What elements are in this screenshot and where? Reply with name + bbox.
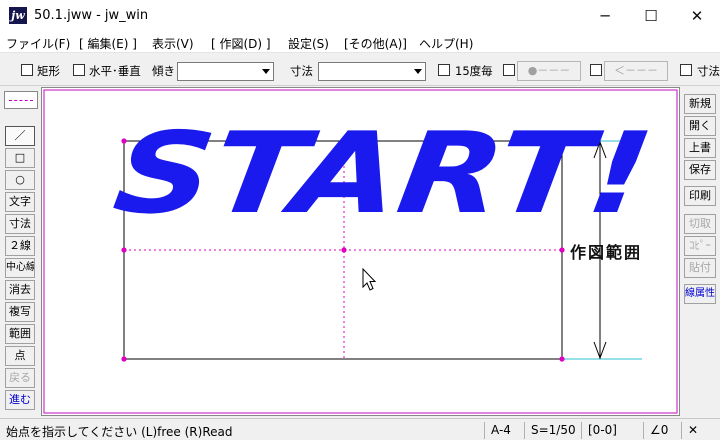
center-point xyxy=(341,247,347,253)
midpoint-left xyxy=(121,247,127,253)
menu-view[interactable]: 表示(V) xyxy=(152,35,194,52)
menu-settings[interactable]: 設定(S) xyxy=(288,35,329,52)
arrow-line-button[interactable]: ＜－－－ xyxy=(604,61,668,81)
double-line-tool-button[interactable]: ２線 xyxy=(5,236,35,256)
chevron-down-icon xyxy=(262,69,270,74)
line-attribute-box[interactable] xyxy=(4,91,38,109)
horizontal-vertical-checkbox[interactable] xyxy=(73,64,85,76)
dimension-combo[interactable] xyxy=(318,62,426,81)
center-line-tool-button[interactable]: 中心線 xyxy=(5,258,35,278)
menu-draw[interactable]: [ 作図(D) ] xyxy=(211,35,271,52)
cut-button[interactable]: 切取 xyxy=(684,214,716,234)
circle-tool-button[interactable]: ○ xyxy=(5,170,35,190)
rect-label: 矩形 xyxy=(37,64,60,78)
window-title: 50.1.jww - jw_win xyxy=(34,8,149,23)
undo-button[interactable]: 戻る xyxy=(5,368,35,388)
layer-indicator[interactable]: [0-0] xyxy=(581,422,643,439)
status-message: 始点を指示してください (L)free (R)Read xyxy=(6,425,233,439)
scale-indicator[interactable]: S=1/50 xyxy=(524,422,581,439)
chevron-down-icon xyxy=(414,69,422,74)
arrow-line-checkbox[interactable] xyxy=(590,64,602,76)
mouse-cursor-icon xyxy=(362,267,377,291)
menu-file[interactable]: ファイル(F) xyxy=(6,35,70,52)
angle-indicator[interactable]: ∠0 xyxy=(643,422,681,439)
new-file-button[interactable]: 新規 xyxy=(684,94,716,114)
start-banner: START! xyxy=(107,109,660,239)
range-tool-button[interactable]: 範囲 xyxy=(5,324,35,344)
dimension-tool-button[interactable]: 寸法 xyxy=(5,214,35,234)
copy-button[interactable]: ｺﾋﾟｰ xyxy=(684,236,716,256)
redo-button[interactable]: 進む xyxy=(5,390,35,410)
app-icon: jw xyxy=(9,7,27,24)
tilt-combo[interactable] xyxy=(177,62,274,81)
minimize-button[interactable]: ─ xyxy=(582,0,628,31)
dimension-cut-checkbox[interactable] xyxy=(680,64,692,76)
menu-edit[interactable]: [ 編集(E) ] xyxy=(79,35,137,52)
drawing-area-label: 作図範囲 xyxy=(570,243,642,262)
print-button[interactable]: 印刷 xyxy=(684,186,716,206)
maximize-button[interactable]: ☐ xyxy=(628,0,674,31)
point-tool-button[interactable]: 点 xyxy=(5,346,35,366)
drawing-canvas[interactable]: 作図範囲 START! xyxy=(41,87,680,416)
dot-line-button[interactable]: ●－－－ xyxy=(517,61,581,81)
rectangle-tool-button[interactable]: □ xyxy=(5,148,35,168)
paper-size-indicator[interactable]: A-4 xyxy=(484,422,524,439)
menu-help[interactable]: ヘルプ(H) xyxy=(419,35,473,52)
midpoint-right xyxy=(559,247,565,253)
open-file-button[interactable]: 開く xyxy=(684,116,716,136)
line-tool-button[interactable]: ／ xyxy=(5,126,35,146)
paste-button[interactable]: 貼付 xyxy=(684,258,716,278)
line-attribute-button[interactable]: 線属性 xyxy=(684,284,716,304)
deg15-checkbox[interactable] xyxy=(438,64,450,76)
deg15-label: 15度毎 xyxy=(455,64,493,78)
overwrite-save-button[interactable]: 上書 xyxy=(684,138,716,158)
corner-point-bottom-right xyxy=(559,356,565,362)
close-icon[interactable]: ✕ xyxy=(681,422,717,439)
rect-checkbox[interactable] xyxy=(21,64,33,76)
title-bar: jw 50.1.jww - jw_win ─ ☐ ✕ xyxy=(0,0,720,31)
dimension-label: 寸法 xyxy=(290,64,313,78)
status-bar: 始点を指示してください (L)free (R)Read A-4 S=1/50 [… xyxy=(0,418,720,440)
copy-tool-button[interactable]: 複写 xyxy=(5,302,35,322)
dot-line-checkbox[interactable] xyxy=(503,64,515,76)
horizontal-vertical-label: 水平･垂直 xyxy=(89,64,141,78)
menu-other[interactable]: [その他(A)] xyxy=(344,35,407,52)
tilt-label: 傾き xyxy=(152,64,175,78)
tool-option-bar: 矩形 水平･垂直 傾き 寸法 15度毎 ●－－－ ＜－－－ 寸法 xyxy=(0,54,720,86)
close-button[interactable]: ✕ xyxy=(674,0,720,31)
line-type-sample xyxy=(9,100,33,101)
menu-bar: ファイル(F) [ 編集(E) ] 表示(V) [ 作図(D) ] 設定(S) … xyxy=(0,31,720,53)
save-button[interactable]: 保存 xyxy=(684,160,716,180)
drawing-svg: 作図範囲 START! xyxy=(43,89,678,414)
corner-point-bottom-left xyxy=(121,356,127,362)
dimension-cut-label: 寸法 xyxy=(697,64,720,78)
text-tool-button[interactable]: 文字 xyxy=(5,192,35,212)
erase-tool-button[interactable]: 消去 xyxy=(5,280,35,300)
